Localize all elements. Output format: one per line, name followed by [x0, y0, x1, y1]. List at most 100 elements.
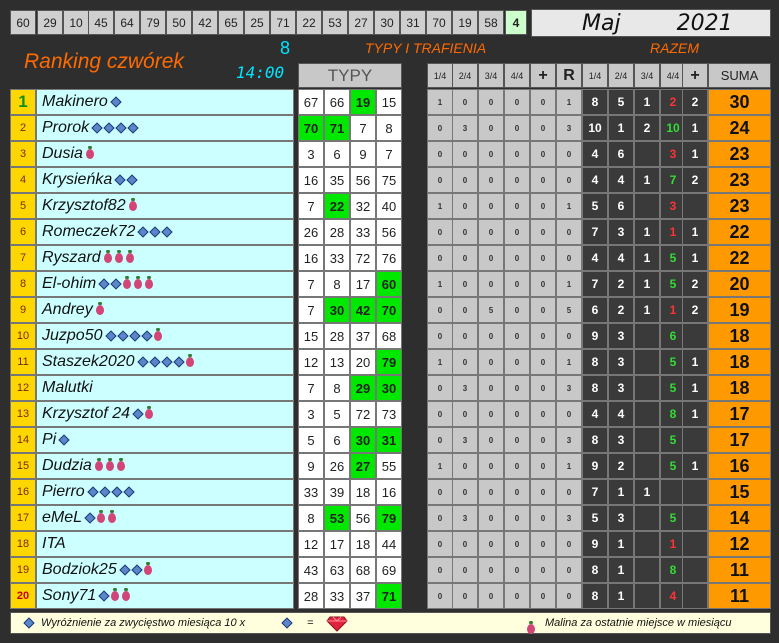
raspberry-icon [143, 562, 152, 575]
trafienia-cell: 0 [530, 557, 556, 583]
trafienia-cell: 0 [452, 193, 478, 219]
razem-cell: 8 [582, 349, 608, 375]
typy-cell: 53 [324, 505, 350, 531]
trafienia-cell: 0 [504, 167, 530, 193]
player-name: Dudzia [42, 457, 92, 474]
suma-cell: 22 [708, 219, 771, 245]
trafienia-cell: 3 [556, 505, 582, 531]
raspberry-icon [123, 276, 132, 289]
typy-cell: 26 [324, 453, 350, 479]
razem-cell: 1 [634, 89, 660, 115]
raspberry-icon [116, 458, 125, 471]
trafienia-cell: 0 [530, 271, 556, 297]
razem-cell [634, 401, 660, 427]
drawn-number: 65 [218, 10, 244, 35]
player-name-cell: Makinero [36, 89, 294, 115]
trafienia-cell: 0 [478, 245, 504, 271]
trafienia-cell: 3 [452, 115, 478, 141]
typy-cell: 72 [350, 401, 376, 427]
legend-equals: = [307, 617, 314, 629]
trafienia-cell: 0 [452, 479, 478, 505]
typy-cell: 33 [324, 583, 350, 609]
typy-cell: 13 [324, 349, 350, 375]
trafienia-cell: 0 [504, 89, 530, 115]
player-name: ITA [42, 535, 66, 552]
razem-cell: 3 [608, 505, 634, 531]
typy-cell: 22 [324, 193, 350, 219]
trafienia-cell: 1 [427, 89, 453, 115]
trafienia-cell: 0 [452, 219, 478, 245]
raspberry-icon [108, 510, 117, 523]
trafienia-cell: 0 [530, 583, 556, 609]
trafienia-cell: 0 [478, 583, 504, 609]
player-name-cell: Bodziok25 [36, 557, 294, 583]
player-name: Krysieńka [42, 171, 113, 188]
razem-cell [634, 193, 660, 219]
year-label: 2021 [676, 10, 733, 36]
player-name: Pi [42, 431, 57, 448]
drawn-number: 19 [452, 10, 478, 35]
trafienia-cell: 0 [452, 167, 478, 193]
gem-icon [132, 408, 144, 420]
typy-cell: 20 [350, 349, 376, 375]
trafienia-cell: 1 [556, 349, 582, 375]
typy-cell: 28 [298, 583, 324, 609]
typy-cell: 12 [298, 349, 324, 375]
trafienia-cell: 0 [530, 453, 556, 479]
razem-cell: 3 [608, 349, 634, 375]
drawn-number: 79 [140, 10, 166, 35]
player-name-cell: Juzpo50 [36, 323, 294, 349]
trafienia-cell: 0 [452, 531, 478, 557]
suma-cell: 17 [708, 401, 771, 427]
trafienia-cell: 0 [530, 89, 556, 115]
typy-cell: 44 [376, 531, 402, 557]
typy-cell: 17 [324, 531, 350, 557]
razem-cell: 1 [608, 531, 634, 557]
raspberry-icon [145, 406, 154, 419]
typy-cell: 40 [376, 193, 402, 219]
trafienia-cell: 0 [478, 531, 504, 557]
typy-header: TYPY [298, 63, 402, 88]
trafienia-cell: 0 [530, 167, 556, 193]
typy-cell: 9 [298, 453, 324, 479]
player-name: El-ohim [42, 275, 97, 292]
trafienia-cell: 0 [504, 297, 530, 323]
rank-cell: 12 [10, 375, 36, 401]
trafienia-cell: 0 [556, 141, 582, 167]
trafienia-cell: 0 [504, 349, 530, 375]
typy-cell: 35 [324, 167, 350, 193]
razem-cell: 1 [682, 401, 708, 427]
gem-icon [110, 278, 122, 290]
drawn-number: 29 [37, 10, 63, 35]
rank-cell: 2 [10, 115, 36, 141]
raspberry-icon [128, 198, 137, 211]
suma-cell: 11 [708, 557, 771, 583]
razem-cell [634, 323, 660, 349]
player-name-cell: Staszek2020 [36, 349, 294, 375]
razem-cell: 3 [608, 375, 634, 401]
trafienia-cell: 0 [427, 375, 453, 401]
typy-cell: 30 [350, 427, 376, 453]
razem-cell: 9 [582, 323, 608, 349]
razem-cell: 9 [582, 531, 608, 557]
typy-cell: 67 [298, 89, 324, 115]
raspberry-icon [95, 302, 104, 315]
typy-cell: 33 [324, 245, 350, 271]
typy-cell: 30 [324, 297, 350, 323]
razem-cell: 8 [582, 89, 608, 115]
rank-cell: 8 [10, 271, 36, 297]
typy-cell: 56 [376, 219, 402, 245]
trafienia-cell: 0 [427, 479, 453, 505]
ruby-icon [326, 616, 348, 632]
trafienia-cell: 0 [530, 349, 556, 375]
raspberry-icon [103, 250, 112, 263]
razem-cell: 4 [582, 245, 608, 271]
typy-cell: 32 [350, 193, 376, 219]
razem-cell: 4 [608, 167, 634, 193]
typy-cell: 73 [376, 401, 402, 427]
gem-icon [149, 226, 162, 238]
gem-icon [140, 330, 153, 342]
player-name-cell: Krzysztof 24 [36, 401, 294, 427]
gem-icon [115, 122, 127, 134]
gem-icon [127, 122, 139, 134]
